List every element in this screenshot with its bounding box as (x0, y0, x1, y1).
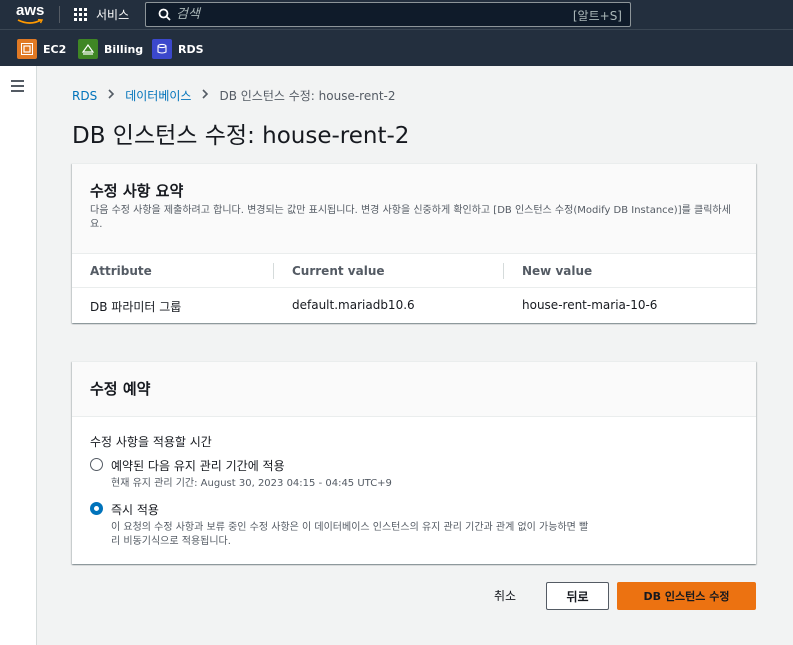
favorite-rds[interactable]: RDS (152, 39, 204, 59)
modification-schedule-panel: 수정 예약 수정 사항을 적용할 시간 예약된 다음 유지 관리 기간에 적용 … (72, 361, 756, 564)
favorites-bar: EC2 Billing RDS (0, 29, 793, 66)
ec2-icon (17, 39, 37, 59)
chevron-right-icon (201, 88, 209, 103)
grid-icon (74, 7, 88, 22)
search-icon (152, 8, 176, 21)
favorite-label: Billing (104, 42, 144, 56)
breadcrumb: RDS 데이터베이스 DB 인스턴스 수정: house-rent-2 (72, 87, 396, 104)
schedule-header: 수정 예약 (72, 362, 756, 417)
radio-description: 현재 유지 관리 기간: August 30, 2023 04:15 - 04:… (111, 478, 392, 489)
schedule-title: 수정 예약 (90, 380, 151, 398)
modification-summary-panel: 수정 사항 요약 다음 수정 사항을 제출하려고 합니다. 변경되는 값만 표시… (72, 163, 756, 323)
favorite-billing[interactable]: Billing (78, 39, 143, 59)
aws-logo-text: aws (16, 2, 45, 19)
column-header-new-value: New value (522, 264, 593, 278)
summary-title: 수정 사항 요약 (90, 182, 184, 200)
radio-label: 즉시 적용 (111, 503, 159, 517)
modify-db-instance-button[interactable]: DB 인스턴스 수정 (617, 582, 756, 610)
cell-attribute: DB 파라미터 그룹 (90, 300, 182, 314)
cell-new-value: house-rent-maria-10-6 (522, 298, 658, 312)
breadcrumb-current: DB 인스턴스 수정: house-rent-2 (219, 89, 396, 103)
summary-table-header: Attribute Current value New value (72, 254, 756, 288)
services-menu-button[interactable]: 서비스 (74, 6, 129, 23)
radio-button[interactable] (90, 458, 103, 471)
aws-smile-icon (17, 19, 43, 24)
cancel-button[interactable]: 취소 (492, 585, 518, 606)
radio-option-apply-immediately[interactable]: 즉시 적용 이 요청의 수정 사항과 보류 중인 수정 사항은 이 데이터베이스… (90, 501, 738, 549)
nav-divider (59, 6, 60, 23)
breadcrumb-link-rds[interactable]: RDS (72, 89, 97, 103)
page-title: DB 인스턴스 수정: house-rent-2 (72, 123, 410, 149)
billing-icon (78, 39, 98, 59)
column-header-attribute: Attribute (90, 264, 152, 278)
summary-header: 수정 사항 요약 다음 수정 사항을 제출하려고 합니다. 변경되는 값만 표시… (72, 164, 756, 254)
search-input[interactable] (176, 7, 556, 22)
schedule-label: 수정 사항을 적용할 시간 (90, 435, 212, 449)
breadcrumb-link-databases[interactable]: 데이터베이스 (125, 87, 191, 104)
chevron-right-icon (107, 88, 115, 103)
favorite-ec2[interactable]: EC2 (17, 39, 66, 59)
summary-description: 다음 수정 사항을 제출하려고 합니다. 변경되는 값만 표시됩니다. 변경 사… (90, 205, 731, 230)
schedule-body: 수정 사항을 적용할 시간 예약된 다음 유지 관리 기간에 적용 현재 유지 … (72, 417, 756, 549)
side-navigation-collapsed (0, 66, 37, 645)
radio-description: 이 요청의 수정 사항과 보류 중인 수정 사항은 이 데이터베이스 인스턴스의… (111, 522, 589, 547)
favorite-label: RDS (178, 42, 204, 56)
services-label: 서비스 (96, 8, 130, 22)
hamburger-menu-icon[interactable] (11, 80, 24, 92)
rds-icon (152, 39, 172, 59)
search-shortcut-hint: [알트+S] (572, 9, 622, 23)
table-row: DB 파라미터 그룹 default.mariadb10.6 house-ren… (72, 288, 756, 324)
column-divider (273, 263, 274, 279)
cell-current-value: default.mariadb10.6 (292, 298, 415, 312)
aws-logo[interactable]: aws (16, 3, 46, 25)
column-divider (503, 263, 504, 279)
radio-button-selected[interactable] (90, 502, 103, 515)
column-header-current-value: Current value (292, 264, 385, 278)
radio-label: 예약된 다음 유지 관리 기간에 적용 (111, 459, 285, 473)
back-button[interactable]: 뒤로 (546, 582, 609, 610)
radio-option-next-maintenance[interactable]: 예약된 다음 유지 관리 기간에 적용 현재 유지 관리 기간: August … (90, 457, 738, 491)
favorite-label: EC2 (43, 42, 67, 56)
search-box[interactable]: [알트+S] (145, 2, 631, 27)
top-navigation: aws 서비스 [알트+S] (0, 0, 793, 29)
